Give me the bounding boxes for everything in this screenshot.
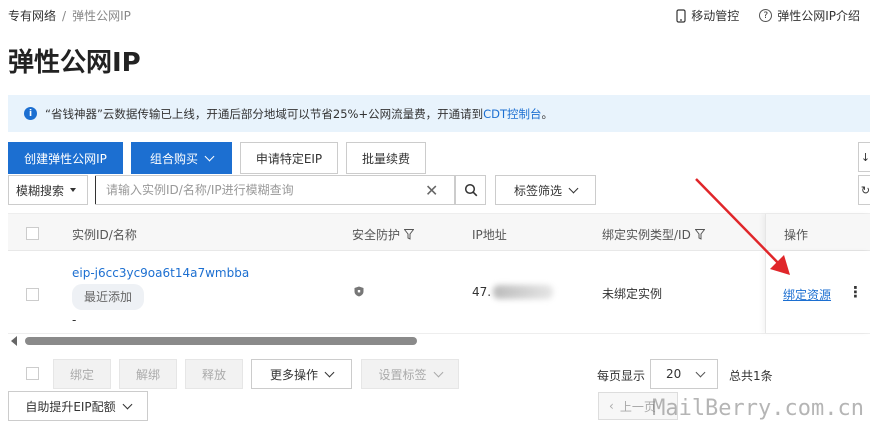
notice-text: “省钱神器”云数据传输已上线，开通后部分地域可以节省25%+公网流量费，开通请到 (45, 106, 484, 121)
download-icon[interactable]: ↓ (858, 142, 870, 172)
breadcrumb-current: 弹性公网IP (72, 9, 131, 23)
create-eip-button[interactable]: 创建弹性公网IP (8, 142, 123, 174)
col-instance: 实例ID/名称 (72, 226, 137, 243)
chevron-down-icon (204, 151, 215, 161)
search-icon (464, 183, 477, 197)
more-actions-icon[interactable]: ⋮ (848, 283, 863, 301)
scroll-left-icon[interactable] (11, 336, 17, 346)
combo-buy-label: 组合购买 (149, 151, 198, 166)
chevron-down-icon (324, 367, 335, 377)
page-size-select[interactable]: 20 (650, 359, 718, 389)
set-tags-button[interactable]: 设置标签 (361, 359, 459, 389)
filter-icon[interactable] (404, 229, 415, 240)
chevron-down-icon (433, 367, 443, 377)
more-operations-button[interactable]: 更多操作 (251, 359, 352, 389)
col-ops-label: 操作 (784, 228, 809, 242)
search-button[interactable] (455, 175, 486, 205)
eip-intro-label: 弹性公网IP介绍 (777, 9, 860, 23)
tag-filter-label: 标签筛选 (513, 183, 562, 198)
col-ip-label: IP地址 (472, 228, 507, 242)
notice-text-end: 。 (541, 106, 554, 121)
row-checkbox[interactable] (26, 288, 39, 301)
horizontal-scrollbar[interactable] (8, 335, 870, 347)
release-label: 释放 (201, 367, 226, 382)
help-icon: ? (759, 9, 773, 22)
prev-page-label: 上一页 (619, 399, 656, 414)
caret-down-icon (70, 188, 77, 192)
total-count: 总共1条 (729, 369, 773, 383)
chevron-left-icon: ‹ (609, 399, 614, 413)
apply-specific-eip-label: 申请特定EIP (255, 151, 323, 166)
mobile-control-label: 移动管控 (691, 9, 740, 23)
mobile-phone-icon (676, 8, 686, 23)
instance-name: - (72, 313, 77, 327)
bottom-select-all-checkbox[interactable] (26, 367, 39, 380)
instance-cell: eip-j6cc3yc9oa6t14a7wmbba 最近添加 - (72, 263, 249, 330)
select-all-checkbox[interactable] (26, 227, 39, 240)
shield-icon (354, 286, 364, 300)
bind-resource-link[interactable]: 绑定资源 (783, 286, 831, 303)
bind-status: 未绑定实例 (602, 287, 663, 301)
more-operations-label: 更多操作 (269, 367, 318, 382)
table-row: eip-j6cc3yc9oa6t14a7wmbba 最近添加 - 47. 未绑定… (8, 251, 870, 334)
page-size-value: 20 (666, 367, 682, 381)
quota-increase-button[interactable]: 自助提升EIP配额 (8, 391, 148, 421)
mobile-control-link[interactable]: 移动管控 (676, 7, 739, 24)
bind-button[interactable]: 绑定 (53, 359, 111, 389)
col-instance-label: 实例ID/名称 (72, 228, 137, 242)
top-links: 移动管控 ? 弹性公网IP介绍 (676, 7, 860, 24)
page-title: 弹性公网IP (8, 48, 141, 78)
bind-label: 绑定 (69, 367, 94, 382)
batch-renew-button[interactable]: 批量续费 (346, 142, 426, 174)
search-input[interactable] (95, 176, 415, 204)
ip-address-prefix: 47. (472, 285, 492, 299)
set-tags-label: 设置标签 (378, 367, 427, 382)
col-ip: IP地址 (472, 226, 507, 243)
unbind-label: 解绑 (135, 367, 160, 382)
info-icon: i (24, 107, 37, 120)
search-mode-label: 模糊搜索 (16, 183, 65, 198)
filter-icon[interactable] (694, 229, 705, 240)
clear-icon[interactable]: ✕ (425, 181, 438, 200)
release-button[interactable]: 释放 (185, 359, 243, 389)
col-ops: 操作 (765, 214, 870, 250)
breadcrumb: 专有网络 / 弹性公网IP (8, 7, 131, 24)
watermark: MailBerry.com.cn (652, 396, 864, 421)
recent-added-badge: 最近添加 (72, 284, 145, 310)
eip-intro-link[interactable]: ? 弹性公网IP介绍 (759, 7, 860, 24)
per-page-label: 每页显示 (597, 369, 646, 383)
apply-specific-eip-button[interactable]: 申请特定EIP (240, 142, 338, 174)
quota-increase-label: 自助提升EIP配额 (25, 399, 116, 414)
batch-renew-label: 批量续费 (361, 151, 410, 166)
table-header: 实例ID/名称 安全防护 IP地址 绑定实例类型/ID 操作 (8, 213, 870, 251)
scrollbar-thumb[interactable] (25, 337, 417, 345)
combo-buy-button[interactable]: 组合购买 (131, 142, 232, 174)
unbind-button[interactable]: 解绑 (119, 359, 177, 389)
ops-cell: 绑定资源 ⋮ (765, 251, 870, 333)
breadcrumb-root[interactable]: 专有网络 (8, 7, 56, 24)
notice-banner: i “省钱神器”云数据传输已上线，开通后部分地域可以节省25%+公网流量费，开通… (8, 95, 870, 132)
chevron-down-icon (568, 183, 579, 193)
col-protection: 安全防护 (352, 226, 415, 243)
ip-address-blurred (493, 285, 554, 299)
cdt-console-link[interactable]: CDT控制台 (483, 106, 541, 122)
col-bind-type: 绑定实例类型/ID (602, 226, 705, 243)
col-protection-label: 安全防护 (352, 228, 401, 242)
ip-cell: 47. (472, 285, 554, 299)
chevron-down-icon (122, 399, 133, 409)
breadcrumb-separator: / (62, 8, 67, 23)
search-mode-select[interactable]: 模糊搜索 (8, 175, 88, 205)
col-bind-type-label: 绑定实例类型/ID (602, 228, 691, 242)
tag-filter-button[interactable]: 标签筛选 (495, 175, 596, 205)
chevron-down-icon (695, 367, 706, 377)
create-eip-label: 创建弹性公网IP (24, 151, 107, 166)
search-box: ✕ (95, 175, 455, 205)
refresh-icon[interactable]: ↻ (858, 175, 870, 205)
instance-id-link[interactable]: eip-j6cc3yc9oa6t14a7wmbba (72, 263, 249, 283)
